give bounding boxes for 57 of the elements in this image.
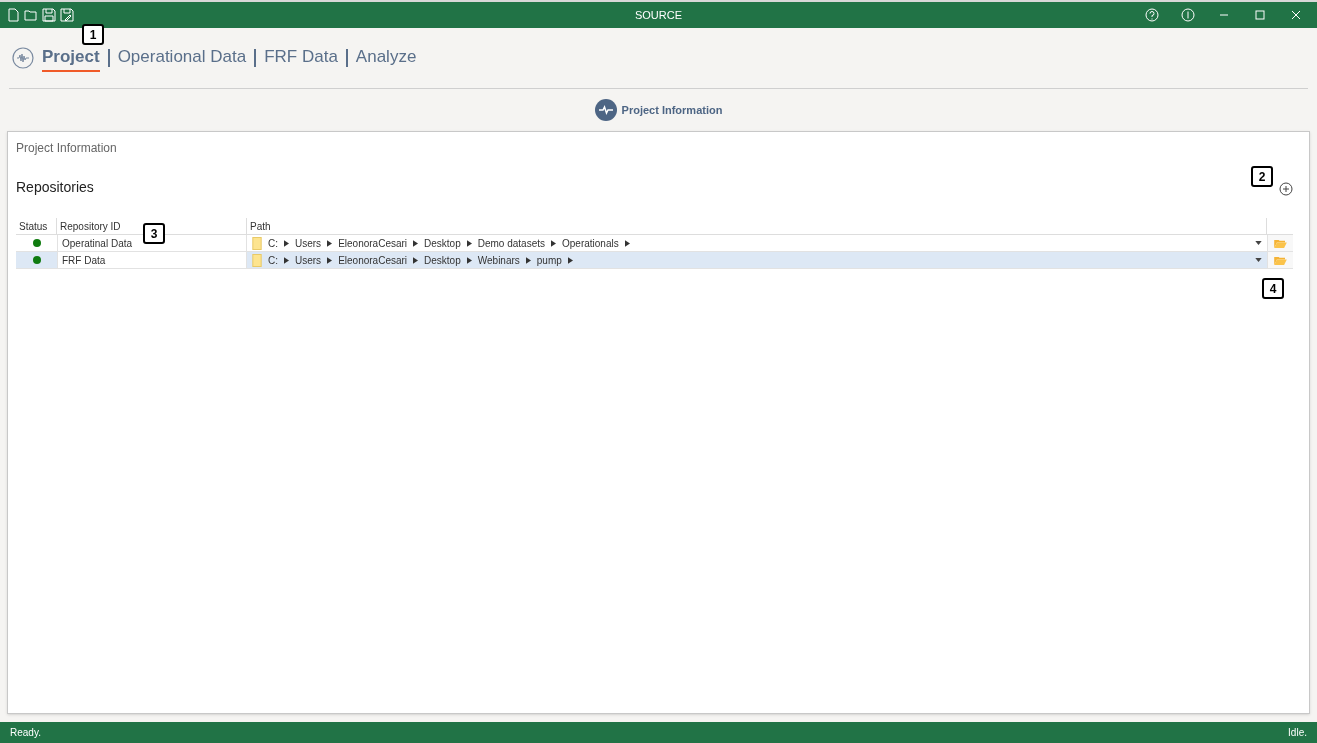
nav-tab[interactable]: FRF Data [264,43,338,73]
table-row[interactable]: FRF Data C: Users EleonoraCesari Desktop Webinars pump [16,252,1293,269]
path-segment[interactable]: Users [295,252,322,268]
nav-tab[interactable]: Analyze [355,43,417,73]
chevron-icon [327,239,333,247]
chevron-icon [284,239,289,247]
chevron-icon [284,256,289,264]
chevron-icon [567,256,573,264]
folder-icon [252,236,262,250]
chevron-icon [525,256,531,264]
help-icon[interactable] [1145,8,1159,22]
chevron-icon [466,256,472,264]
section-title: Repositories [16,178,94,197]
chevron-icon [413,256,419,264]
dropdown-caret-icon[interactable] [1255,258,1262,262]
info-icon[interactable] [1181,8,1195,22]
path-segment[interactable]: EleonoraCesari [338,235,408,251]
add-icon[interactable] [1279,182,1293,196]
path-breadcrumb[interactable]: C: Users EleonoraCesari Desktop Webinars pump [247,252,1267,268]
open-folder-icon[interactable] [24,8,38,22]
callout-number: 1 [82,24,104,45]
panel-title: Project Information [16,140,118,157]
path-segment[interactable]: C: [268,235,278,251]
path-segment[interactable]: Desktop [424,235,461,251]
maximize-icon[interactable] [1253,8,1267,22]
save-icon[interactable] [42,8,56,22]
dropdown-caret-icon[interactable] [1255,241,1262,245]
path-segment[interactable]: Webinars [477,252,520,268]
path-segment[interactable]: pump [536,252,562,268]
column-header: Path [247,218,1267,234]
table-cell: FRF Data [57,252,247,268]
chevron-icon [551,239,556,247]
window-title: SOURCE [633,7,684,23]
chevron-icon [466,239,472,247]
step-label: Project Information [621,102,723,118]
column-header: Status [16,218,57,234]
callout-number: 2 [1251,166,1273,187]
nav-tab[interactable]: Operational Data [117,43,247,73]
path-breadcrumb[interactable]: C: Users EleonoraCesari Desktop Demo datasets Operationals [247,235,1267,251]
save-as-icon[interactable] [60,8,74,22]
path-segment[interactable]: EleonoraCesari [338,252,408,268]
path-segment[interactable]: Users [295,235,322,251]
path-segment[interactable]: Desktop [424,252,461,268]
status-text: Idle. [1288,726,1307,740]
folder-icon [252,253,262,267]
pulse-icon [594,99,617,121]
path-segment[interactable]: Operationals [562,235,619,251]
chevron-icon [327,256,333,264]
callout-number: 4 [1262,278,1284,299]
new-file-icon[interactable] [6,8,20,22]
waveform-logo-icon [12,47,34,69]
path-segment[interactable]: C: [268,252,278,268]
chevron-icon [413,239,419,247]
status-text: Ready. [10,726,41,740]
path-segment[interactable]: Demo datasets [477,235,545,251]
chevron-icon [624,239,630,247]
close-icon[interactable] [1289,8,1303,22]
